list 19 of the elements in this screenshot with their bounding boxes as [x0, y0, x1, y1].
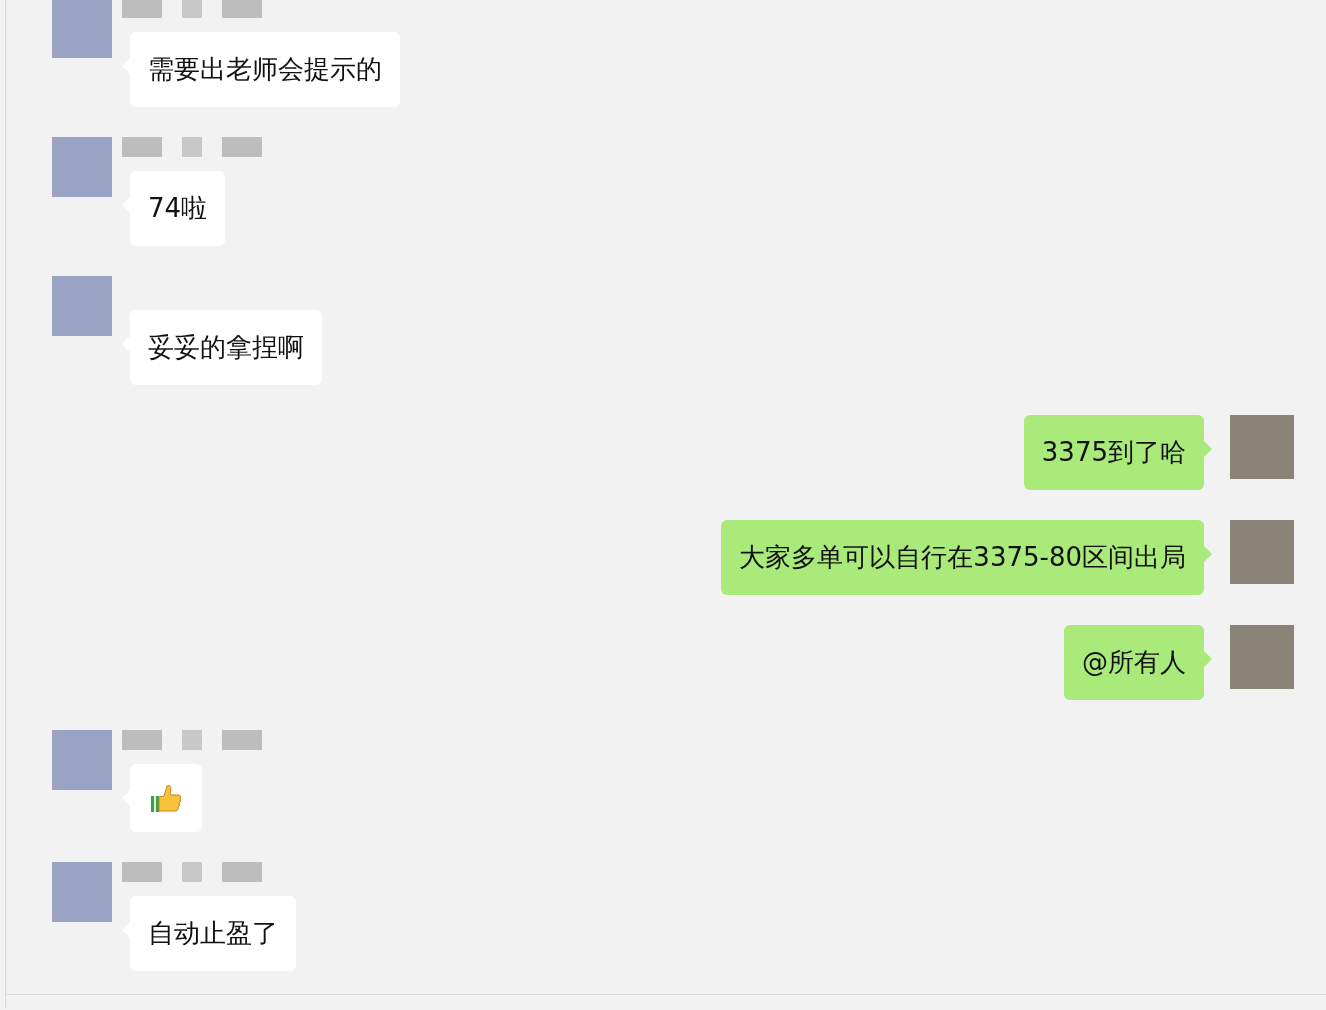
avatar-placeholder[interactable] [52, 137, 112, 197]
bubble-tail [1204, 651, 1212, 667]
received-message-bubble: 自动止盈了 [130, 896, 296, 971]
bubble-tail [1204, 441, 1212, 457]
avatar-placeholder[interactable] [52, 730, 112, 790]
avatar-placeholder[interactable] [52, 276, 112, 336]
received-message-bubble: 74啦 [130, 171, 226, 246]
avatar-placeholder[interactable] [1230, 625, 1294, 689]
sent-message-bubble: @所有人 [1064, 625, 1204, 700]
sent-message-bubble: 3375到了哈 [1023, 415, 1204, 490]
avatar-placeholder[interactable] [1230, 520, 1294, 584]
avatar-placeholder[interactable] [52, 0, 112, 58]
avatar-placeholder[interactable] [1230, 415, 1294, 479]
received-message-bubble: 妥妥的拿捏啊 [130, 310, 322, 385]
thumbs-up-icon [150, 782, 182, 814]
sent-message-bubble: 大家多单可以自行在3375-80区间出局 [721, 520, 1204, 595]
received-message-bubble: 需要出老师会提示的 [130, 32, 400, 107]
avatar-placeholder[interactable] [52, 862, 112, 922]
bubble-tail [1204, 546, 1212, 562]
